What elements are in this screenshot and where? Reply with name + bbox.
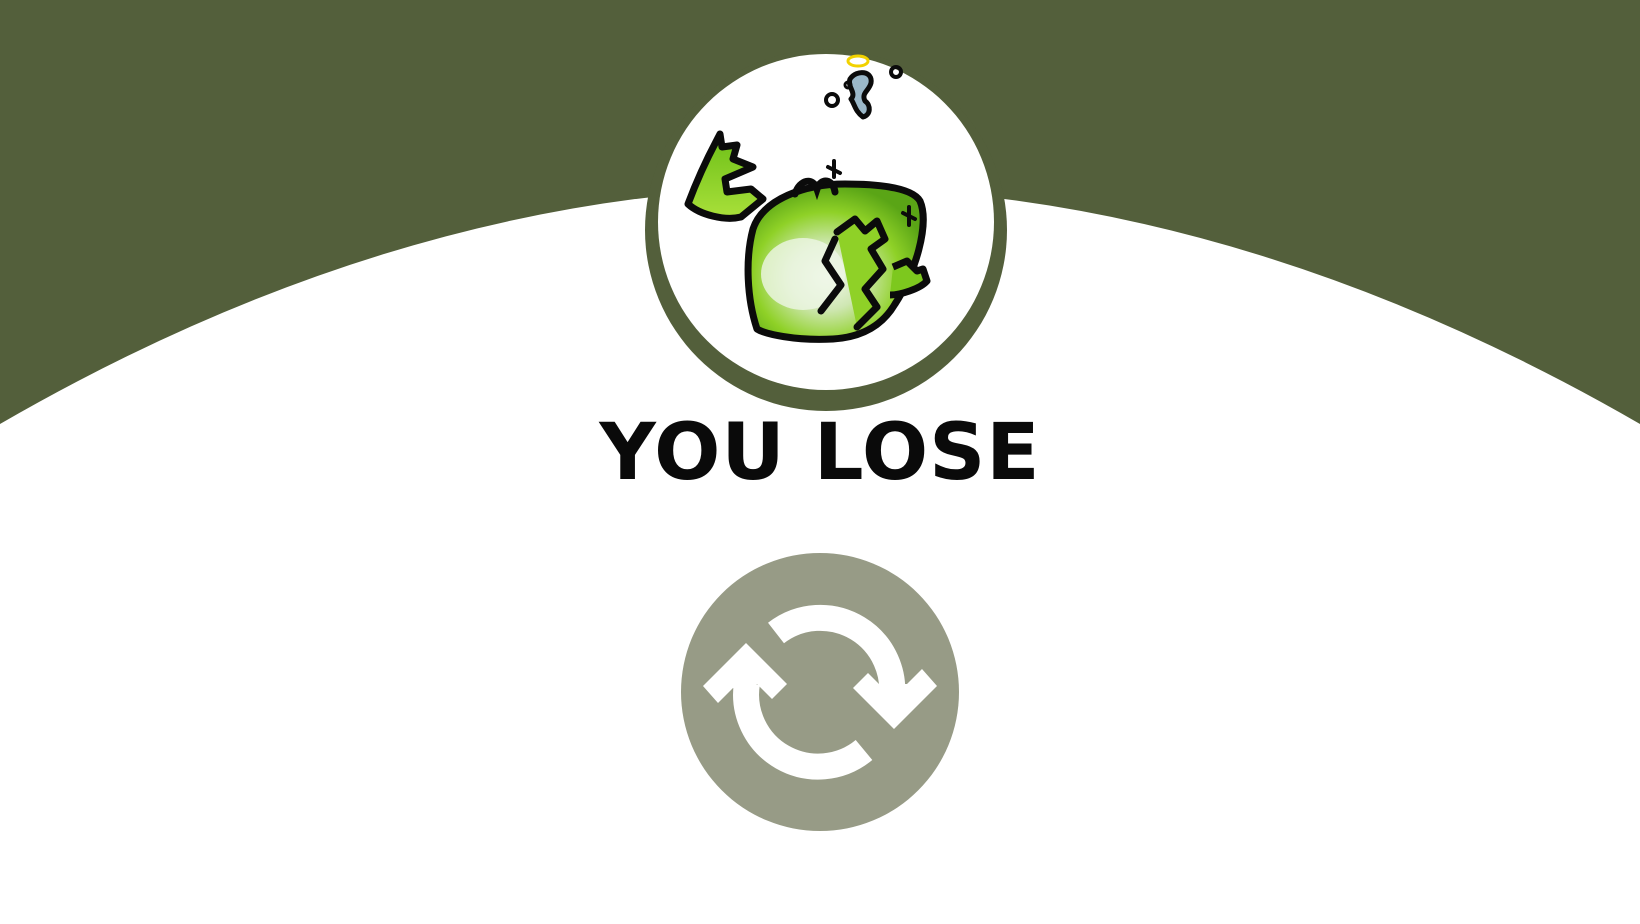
result-title: YOU LOSE <box>599 408 1041 498</box>
defeated-frog-icon <box>645 49 1007 411</box>
restart-icon <box>703 604 937 780</box>
game-over-screen: YOU LOSE <box>0 0 1640 924</box>
defeated-character-avatar <box>645 49 1007 411</box>
restart-button[interactable] <box>681 553 959 831</box>
